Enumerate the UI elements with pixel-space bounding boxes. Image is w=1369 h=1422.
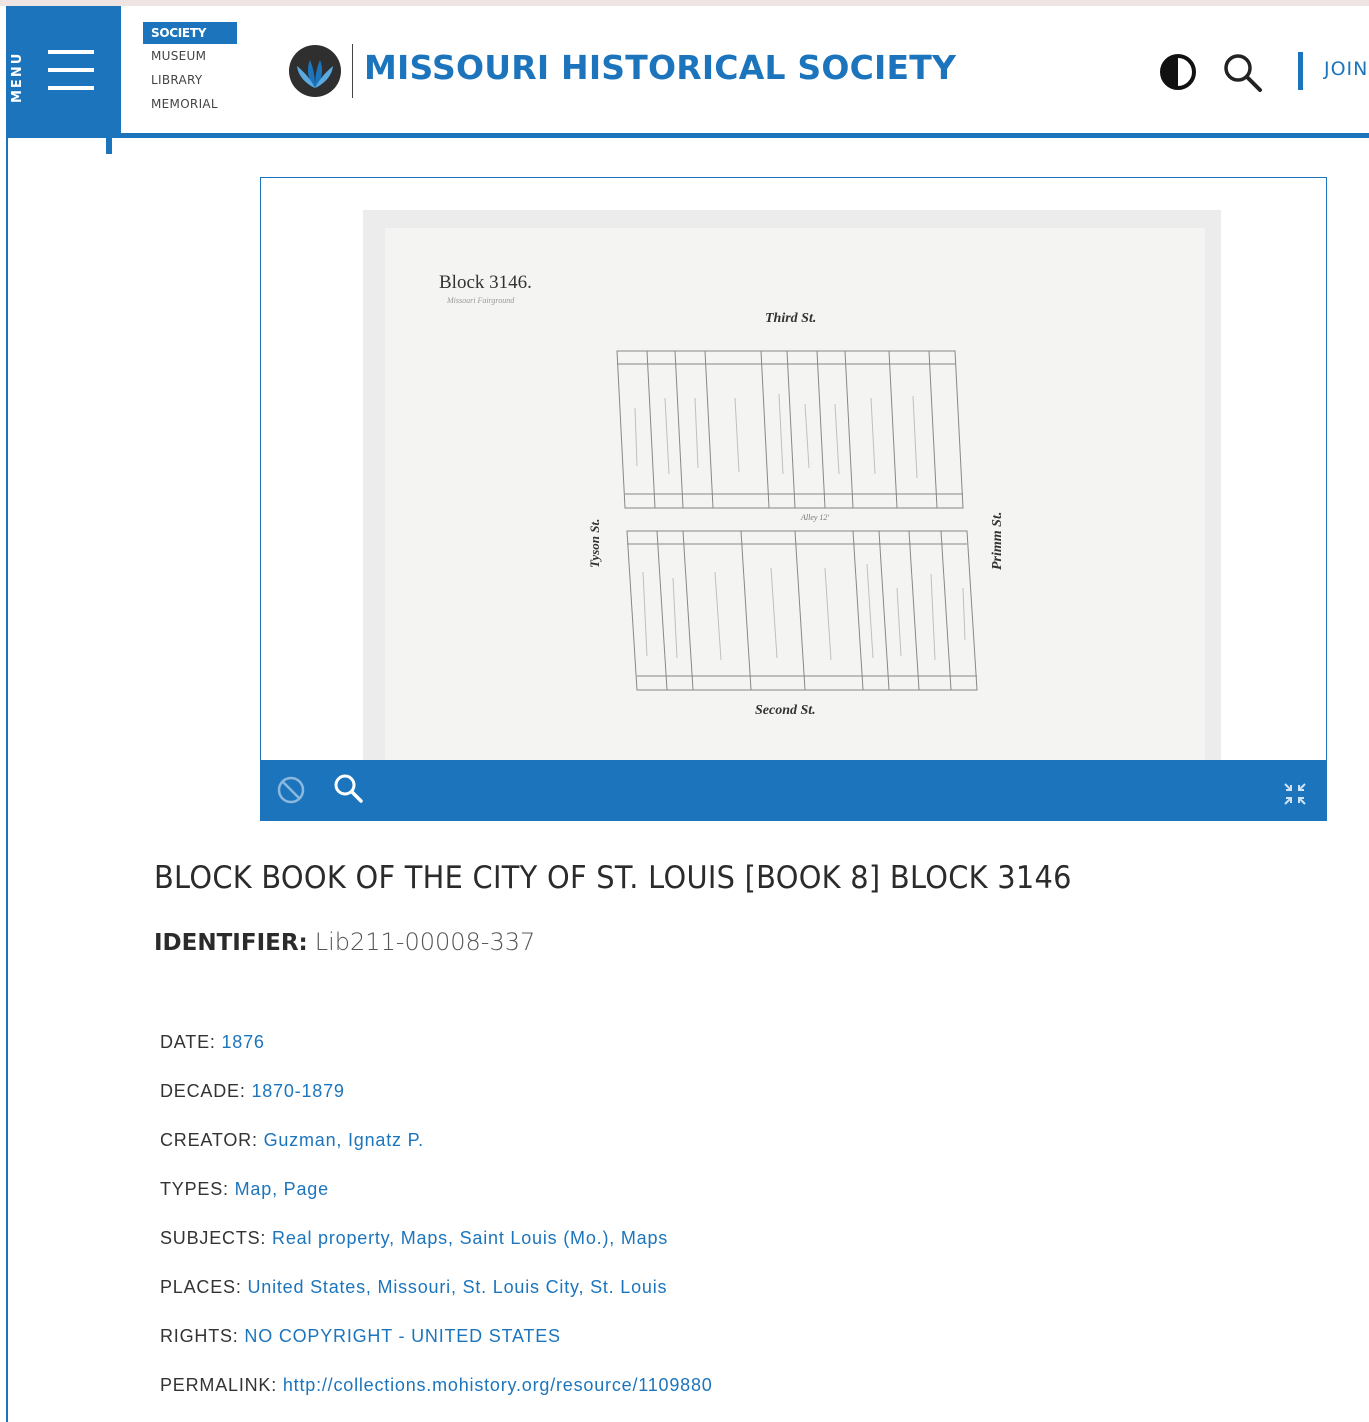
meta-link[interactable]: 1876 [221, 1032, 264, 1052]
identifier-value: Lib211-00008-337 [314, 928, 536, 956]
meta-link[interactable]: NO COPYRIGHT - UNITED STATES [244, 1326, 560, 1346]
scan-right-street: Primm St. [990, 512, 1005, 570]
meta-link[interactable]: Maps [621, 1228, 668, 1248]
meta-link[interactable]: United States [247, 1277, 365, 1297]
meta-places: PLACES: United States, Missouri, St. Lou… [160, 1277, 668, 1297]
meta-permalink: PERMALINK: http://collections.mohistory.… [160, 1375, 1260, 1422]
meta-creator: CREATOR: Guzman, Ignatz P. [160, 1130, 1260, 1179]
browser-top-strip [0, 0, 1369, 6]
meta-link[interactable]: http://collections.mohistory.org/resourc… [283, 1375, 713, 1395]
scan-lots-upper [616, 350, 964, 509]
no-image-icon[interactable] [275, 774, 307, 806]
scan-top-street: Third St. [765, 311, 816, 326]
meta-label: RIGHTS: [160, 1326, 239, 1346]
meta-link[interactable]: Missouri [378, 1277, 451, 1297]
scan-bottom-street: Second St. [755, 703, 816, 718]
site-link-museum[interactable]: MUSEUM [143, 44, 243, 68]
scan-block-label: Block 3146. [439, 272, 532, 293]
menu-label: MENU [10, 51, 25, 103]
meta-label: SUBJECTS: [160, 1228, 267, 1248]
scan-lots-lower [626, 530, 978, 691]
viewer-toolbar [261, 760, 1326, 820]
meta-link[interactable]: 1870-1879 [251, 1081, 344, 1101]
image-viewer: Block 3146. Missouri Fairground Third St… [260, 177, 1327, 821]
meta-decade: DECADE: 1870-1879 [160, 1081, 1260, 1130]
zoom-icon[interactable] [331, 772, 365, 806]
record-title: BLOCK BOOK OF THE CITY OF ST. LOUIS [BOO… [154, 860, 1072, 896]
page-left-border [6, 0, 8, 1422]
search-icon[interactable] [1220, 50, 1264, 94]
header-notch [106, 136, 112, 154]
meta-link[interactable]: Map [235, 1179, 272, 1199]
join-divider [1298, 52, 1303, 90]
identifier: IDENTIFIER: Lib211-00008-337 [154, 928, 535, 957]
site-link-society[interactable]: SOCIETY [143, 22, 237, 44]
meta-link[interactable]: Maps [401, 1228, 448, 1248]
menu-button[interactable]: MENU [6, 6, 121, 138]
meta-link[interactable]: St. Louis City [463, 1277, 579, 1297]
meta-link[interactable]: St. Louis [590, 1277, 667, 1297]
site-link-memorial[interactable]: MEMORIAL [143, 92, 243, 116]
scan-image[interactable]: Block 3146. Missouri Fairground Third St… [363, 210, 1221, 760]
meta-rights: RIGHTS: NO COPYRIGHT - UNITED STATES [160, 1326, 1260, 1375]
scan-alley-label: Alley 12' [800, 513, 829, 522]
site-header: MENU SOCIETY MUSEUM LIBRARY MEMORIAL MIS… [0, 0, 1369, 154]
meta-link[interactable]: Guzman, Ignatz P. [264, 1130, 424, 1150]
site-link-library[interactable]: LIBRARY [143, 68, 243, 92]
contrast-icon[interactable] [1158, 52, 1198, 92]
block-map-drawing: Block 3146. Missouri Fairground Third St… [439, 272, 1005, 718]
join-link[interactable]: JOIN [1324, 58, 1368, 80]
logo-divider [352, 44, 353, 98]
record-metadata: DATE: 1876 DECADE: 1870-1879 CREATOR: Gu… [160, 1032, 1260, 1422]
meta-label: DECADE: [160, 1081, 246, 1101]
meta-label: TYPES: [160, 1179, 229, 1199]
meta-subjects: SUBJECTS: Real property, Maps, Saint Lou… [160, 1228, 669, 1248]
meta-label: PLACES: [160, 1277, 242, 1297]
meta-label: CREATOR: [160, 1130, 258, 1150]
scan-subtitle: Missouri Fairground [446, 296, 515, 305]
meta-link[interactable]: Saint Louis (Mo.) [460, 1228, 610, 1248]
mhs-logo-icon[interactable] [288, 44, 342, 98]
meta-link[interactable]: Page [284, 1179, 329, 1199]
hamburger-icon [48, 50, 94, 96]
site-switcher: SOCIETY MUSEUM LIBRARY MEMORIAL [143, 22, 243, 116]
identifier-label: IDENTIFIER: [154, 930, 308, 956]
scan-handwriting [634, 393, 966, 661]
scan-paper: Block 3146. Missouri Fairground Third St… [385, 228, 1205, 760]
brand-title[interactable]: MISSOURI HISTORICAL SOCIETY [364, 48, 956, 87]
meta-date: DATE: 1876 [160, 1032, 1260, 1081]
fullscreen-icon[interactable] [1281, 780, 1309, 808]
meta-label: PERMALINK: [160, 1375, 278, 1395]
meta-types: TYPES: Map, Page [160, 1179, 329, 1199]
meta-label: DATE: [160, 1032, 216, 1052]
meta-link[interactable]: Real property [272, 1228, 389, 1248]
scan-left-street: Tyson St. [587, 519, 602, 568]
header-bottom-border [6, 133, 1369, 138]
